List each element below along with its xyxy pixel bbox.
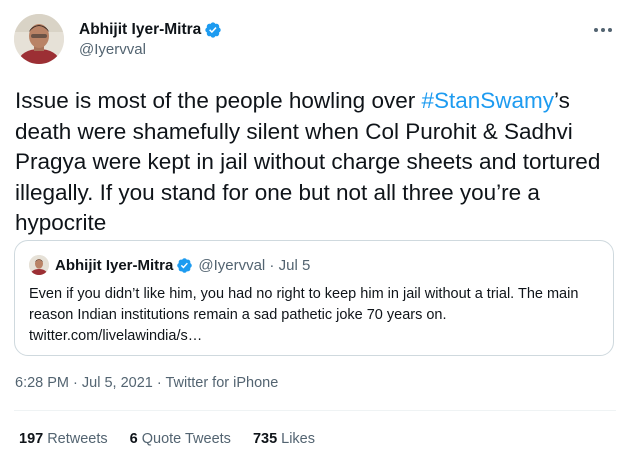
tweet-author: Abhijit Iyer-Mitra @Iyervval: [14, 12, 222, 66]
quote-tweets-label: Quote Tweets: [141, 431, 231, 447]
retweets-count: 197: [19, 431, 44, 447]
divider: [14, 410, 616, 411]
tweet-timestamp[interactable]: 6:28 PM · Jul 5, 2021 · Twitter for iPho…: [15, 375, 278, 391]
quoted-tweet-text: Even if you didn’t like him, you had no …: [29, 286, 579, 344]
retweets-label: Retweets: [47, 431, 108, 447]
quoted-tweet[interactable]: Abhijit Iyer-Mitra @Iyervval · Jul 5 Eve…: [14, 240, 614, 356]
verified-badge-icon: [176, 257, 193, 274]
likes-stat[interactable]: 735 Likes: [253, 431, 315, 447]
more-horizontal-icon[interactable]: [590, 20, 616, 40]
likes-count: 735: [252, 431, 278, 447]
retweets-stat[interactable]: 197 Retweets: [19, 431, 108, 447]
quoted-avatar: [29, 255, 49, 275]
quoted-handle-date: @Iyervval · Jul 5: [198, 256, 311, 274]
tweet-text: Issue is most of the people howling over…: [15, 86, 615, 239]
tweet-text-start: Issue is most of the people howling over: [15, 88, 422, 113]
avatar-photo: [14, 14, 64, 64]
likes-label: Likes: [281, 431, 315, 447]
avatar[interactable]: [14, 14, 64, 64]
author-handle[interactable]: @Iyervval: [79, 41, 222, 58]
author-name[interactable]: Abhijit Iyer-Mitra: [79, 21, 201, 39]
quoted-author-name: Abhijit Iyer-Mitra: [55, 256, 174, 274]
quote-tweets-stat[interactable]: 6 Quote Tweets: [130, 431, 231, 447]
hashtag-link[interactable]: #StanSwamy: [421, 88, 554, 113]
verified-badge-icon: [204, 21, 222, 39]
engagement-stats: 197 Retweets 6 Quote Tweets 735 Likes: [19, 431, 337, 447]
quote-tweets-count: 6: [129, 431, 138, 447]
